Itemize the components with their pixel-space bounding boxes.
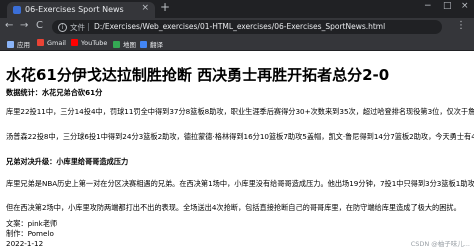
page-favicon-icon (13, 6, 21, 14)
article-subheading: 兄弟对决升级：小库里给哥哥造成压力 (6, 157, 129, 166)
paragraph-2: 汤普森22投8中，三分球6投1中得到24分3篮板2助攻，德拉蒙德·格林得到16分… (6, 132, 474, 141)
tab-strip: 06-Exercises Sport News × + − □ × (0, 0, 474, 18)
browser-toolbar: ← → C i 文件 D:/Exercises/Web_exercises/01… (0, 18, 474, 36)
url-text[interactable]: D:/Exercises/Web_exercises/01-HTML_exerc… (94, 22, 385, 31)
date-line: 2022-1-12 (6, 239, 44, 248)
tab-close-icon[interactable]: × (141, 4, 149, 13)
minimize-button[interactable]: − (424, 2, 432, 11)
active-tab[interactable]: 06-Exercises Sport News × (7, 2, 155, 18)
browser-menu-icon[interactable]: ⋮ (456, 21, 466, 31)
close-window-button[interactable]: × (461, 2, 469, 11)
new-tab-button[interactable]: + (160, 1, 170, 13)
bookmark-maps[interactable]: 地图 (113, 39, 136, 49)
bookmark-apps[interactable]: 应用 (7, 39, 30, 49)
address-bar[interactable]: i 文件 D:/Exercises/Web_exercises/01-HTML_… (52, 20, 442, 34)
paragraph-3: 库里兄弟是NBA历史上第一对在分区决赛相遇的兄弟。在西决第1场中，小库里没有给哥… (6, 179, 474, 188)
bookmark-translate[interactable]: 翻译 (140, 39, 163, 49)
article-title: 水花61分伊戈达拉制胜抢断 西决勇士再胜开拓者总分2-0 (6, 66, 390, 84)
bookmark-gmail[interactable]: Gmail (37, 39, 66, 48)
paragraph-4: 但在西决第2场中，小库里攻防两端都打出不出的表现。全场送出4次抢断，包括直接抢断… (6, 203, 461, 212)
maximize-button[interactable]: □ (443, 2, 452, 11)
apps-icon (7, 41, 14, 48)
back-button[interactable]: ← (5, 21, 13, 31)
file-scheme-label: 文件 (70, 23, 85, 32)
bookmark-youtube[interactable]: YouTube (71, 39, 107, 48)
translate-icon (140, 41, 147, 48)
youtube-icon (71, 39, 78, 46)
maps-icon (113, 41, 120, 48)
info-icon[interactable]: i (58, 23, 67, 32)
gmail-icon (37, 39, 44, 46)
page-content: 水花61分伊戈达拉制胜抢断 西决勇士再胜开拓者总分2-0 数据统计：水花兄弟合砍… (0, 51, 474, 251)
separator (88, 23, 89, 31)
reload-button[interactable]: C (36, 21, 43, 31)
tab-title: 06-Exercises Sport News (25, 5, 124, 14)
watermark: CSDN @柚子味儿... (410, 240, 470, 248)
forward-button[interactable]: → (20, 21, 28, 31)
bookmarks-bar: 应用 Gmail YouTube 地图 翻译 (0, 36, 474, 51)
article-summary: 数据统计：水花兄弟合砍61分 (6, 88, 103, 97)
paragraph-1: 库里22投11中，三分14投4中，罚球11罚全中得到37分8篮板8助攻，职业生涯… (6, 107, 474, 116)
